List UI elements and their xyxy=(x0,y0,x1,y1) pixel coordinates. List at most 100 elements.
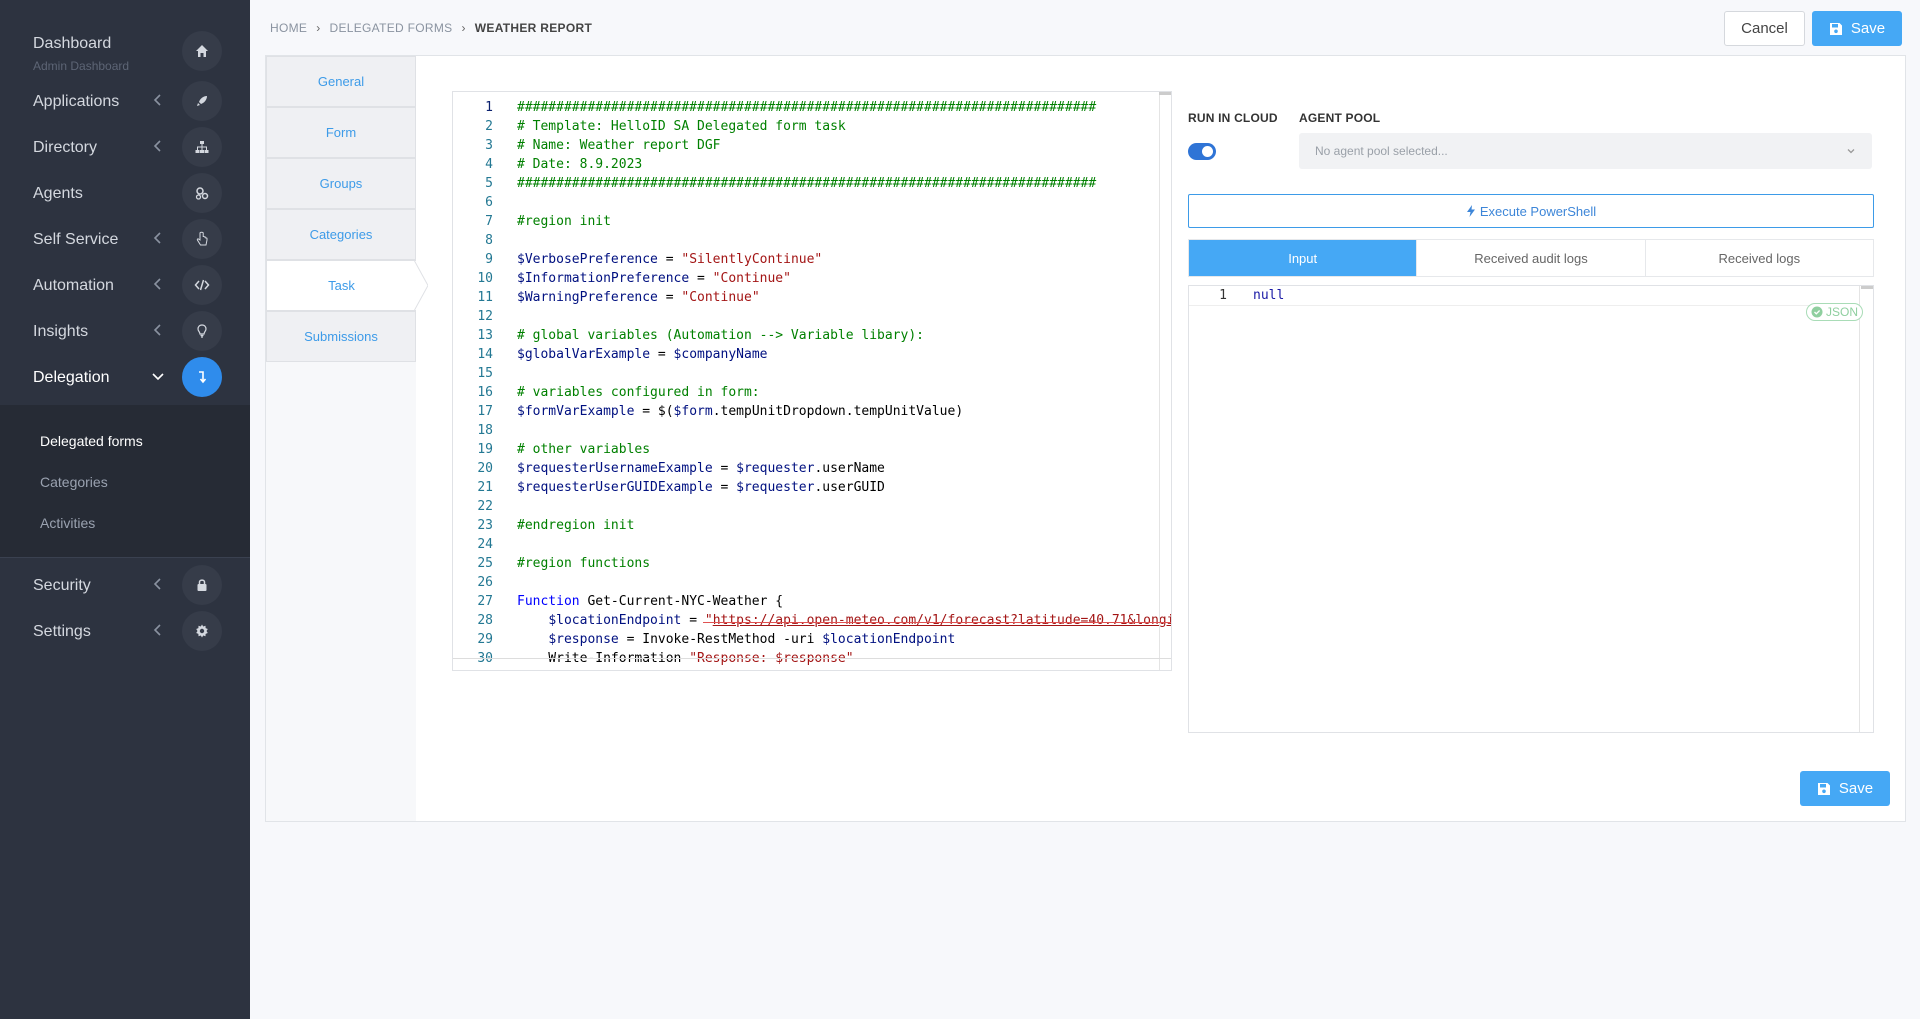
sidebar-item-insights[interactable]: Insights xyxy=(0,308,250,354)
gear-icon xyxy=(182,611,222,651)
code-icon xyxy=(182,265,222,305)
execute-powershell-button[interactable]: Execute PowerShell xyxy=(1188,194,1874,228)
code-line-number: 2 xyxy=(485,119,493,134)
code-line-number: 26 xyxy=(477,575,493,590)
tab-received-audit-logs[interactable]: Received audit logs xyxy=(1417,240,1646,276)
sidebar-item-applications[interactable]: Applications xyxy=(0,78,250,124)
tab-general[interactable]: General xyxy=(266,56,416,107)
tab-input[interactable]: Input xyxy=(1189,240,1418,276)
code-line-number: 19 xyxy=(477,442,493,457)
breadcrumb-current: WEATHER REPORT xyxy=(474,21,593,35)
code-line-number: 29 xyxy=(477,632,493,647)
chevron-down-icon xyxy=(1847,149,1855,154)
output-tabs: Input Received audit logs Received logs xyxy=(1188,239,1874,277)
powershell-code-editor[interactable]: 1 #######################################… xyxy=(452,91,1172,671)
code-line-text: $InformationPreference = "Continue" xyxy=(517,271,791,286)
sidebar-item-label: Security xyxy=(33,577,91,594)
breadcrumb-delegated-forms[interactable]: DELEGATED FORMS xyxy=(330,21,453,35)
level-down-icon xyxy=(182,357,222,397)
json-line: 1 null xyxy=(1189,286,1859,306)
execute-label: Execute PowerShell xyxy=(1479,203,1597,219)
code-line-text: #region functions xyxy=(517,556,651,571)
code-line-text: ########################################… xyxy=(517,176,1097,191)
sidebar-item-label: Self Service xyxy=(33,231,119,248)
code-line-number: 27 xyxy=(477,594,493,609)
run-in-cloud-toggle[interactable] xyxy=(1188,143,1216,160)
code-line-text: #endregion init xyxy=(517,518,635,533)
sidebar-item-dashboard[interactable]: Dashboard Admin Dashboard xyxy=(0,20,250,73)
cancel-button[interactable]: Cancel xyxy=(1724,11,1805,46)
code-line-number: 20 xyxy=(477,461,493,476)
chevron-left-icon xyxy=(153,94,161,106)
sidebar-item-delegation[interactable]: Delegation xyxy=(0,354,250,400)
code-line-number: 14 xyxy=(477,347,493,362)
tab-groups[interactable]: Groups xyxy=(266,158,416,209)
lock-icon xyxy=(182,565,222,605)
sidebar-item-settings[interactable]: Settings xyxy=(0,608,250,654)
save-button-bottom[interactable]: Save xyxy=(1800,771,1890,806)
code-line-number: 4 xyxy=(485,157,493,172)
editor-horizontal-scrollbar[interactable] xyxy=(453,658,1171,659)
tab-form[interactable]: Form xyxy=(266,107,416,158)
bolt-icon xyxy=(1466,205,1475,217)
code-line-text: # global variables (Automation --> Varia… xyxy=(517,328,924,343)
code-line-number: 1 xyxy=(485,100,493,115)
chevron-left-icon xyxy=(153,578,161,590)
editor-scrollbar-marker[interactable] xyxy=(1159,92,1171,95)
sidebar-item-label: Dashboard xyxy=(33,35,112,52)
json-valid-badge: JSON xyxy=(1806,303,1864,321)
sidebar-item-self-service[interactable]: Self Service xyxy=(0,216,250,262)
code-line-number: 15 xyxy=(477,366,493,381)
sidebar-item-label: Applications xyxy=(33,93,120,110)
code-line-text: # variables configured in form: xyxy=(517,385,760,400)
code-line-text: # other variables xyxy=(517,442,651,457)
agent-pool-select[interactable]: No agent pool selected... xyxy=(1299,133,1872,169)
code-line-text: $formVarExample = $($form.tempUnitDropdo… xyxy=(517,404,964,419)
vertical-tabs: General Form Groups Categories Task Subm… xyxy=(266,56,428,821)
sidebar-item-directory[interactable]: Directory xyxy=(0,124,250,170)
code-line-number: 24 xyxy=(477,537,493,552)
code-line-number: 22 xyxy=(477,499,493,514)
save-button-top[interactable]: Save xyxy=(1812,11,1902,46)
code-line-text: $requesterUserGUIDExample = $requester.u… xyxy=(517,480,885,495)
save-label: Save xyxy=(1850,20,1886,37)
floppy-disk-icon xyxy=(1829,22,1842,35)
sidebar-item-sublabel: Admin Dashboard xyxy=(33,59,130,73)
sidebar-item-label: Automation xyxy=(33,277,114,294)
sidebar-item-automation[interactable]: Automation xyxy=(0,262,250,308)
tab-task[interactable]: Task xyxy=(266,260,416,311)
sidebar-item-agents[interactable]: Agents xyxy=(0,170,250,216)
code-line-number: 7 xyxy=(485,214,493,229)
code-line-number: 5 xyxy=(485,176,493,191)
sitemap-icon xyxy=(182,127,222,167)
chevron-left-icon xyxy=(153,324,161,336)
json-input-editor[interactable]: 1 null JSON xyxy=(1188,285,1874,733)
json-scrollbar-marker[interactable] xyxy=(1861,286,1873,289)
tab-categories[interactable]: Categories xyxy=(266,209,416,260)
code-line-number: 6 xyxy=(485,195,493,210)
code-line-text: ########################################… xyxy=(517,100,1097,115)
code-line-number: 9 xyxy=(485,252,493,267)
sidebar-item-label: Delegation xyxy=(33,369,110,386)
cogs-icon xyxy=(182,173,222,213)
sidebar-item-label: Insights xyxy=(33,323,89,340)
task-editor-panel: General Form Groups Categories Task Subm… xyxy=(265,55,1906,822)
code-line-text: # Template: HelloID SA Delegated form ta… xyxy=(517,119,846,134)
submenu-item-categories[interactable]: Categories xyxy=(40,474,108,490)
code-line-number: 21 xyxy=(477,480,493,495)
code-line-number: 10 xyxy=(477,271,493,286)
code-line-number: 12 xyxy=(477,309,493,324)
chevron-down-icon xyxy=(152,373,164,381)
tab-received-logs[interactable]: Received logs xyxy=(1646,240,1873,276)
home-icon xyxy=(182,31,222,71)
active-tab-pointer xyxy=(414,260,428,311)
code-line-text: Function Get-Current-NYC-Weather { xyxy=(517,594,784,609)
error-squiggle xyxy=(703,622,1171,623)
sidebar-item-security[interactable]: Security xyxy=(0,562,250,608)
sidebar-divider xyxy=(0,557,250,558)
submenu-item-delegated-forms[interactable]: Delegated forms xyxy=(40,433,143,449)
code-line-number: 13 xyxy=(477,328,493,343)
submenu-item-activities[interactable]: Activities xyxy=(40,515,95,531)
tab-submissions[interactable]: Submissions xyxy=(266,311,416,362)
breadcrumb-home[interactable]: HOME xyxy=(270,21,307,35)
